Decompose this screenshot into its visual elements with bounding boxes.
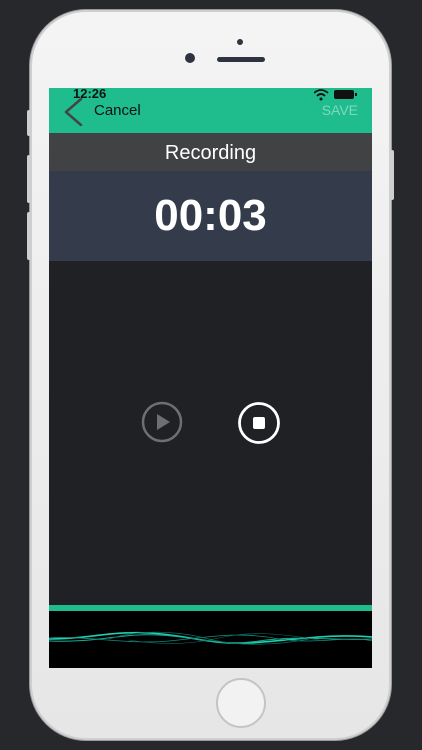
app-screen: 12:26 Cancel SAVE Recording 00:03 [49,88,372,668]
volume-down-button [27,212,31,260]
battery-icon [334,90,357,99]
home-button[interactable] [216,678,266,728]
page-title: Recording [164,142,257,164]
power-button [390,150,394,200]
save-button[interactable]: SAVE [322,102,358,118]
audio-waveform [49,611,372,668]
mute-switch [27,110,31,136]
stop-icon[interactable] [237,401,281,445]
earpiece-speaker [217,57,265,62]
timer-panel: 00:03 [49,171,372,261]
volume-up-button [27,155,31,203]
wifi-icon [314,89,329,101]
proximity-sensor [237,39,243,45]
title-bar: Recording [49,133,372,171]
cancel-button[interactable]: Cancel [94,102,141,119]
navigation-bar: 12:26 Cancel SAVE [49,88,372,133]
recording-timer: 00:03 [154,191,267,240]
chevron-left-icon[interactable] [61,98,85,126]
status-icons [314,89,357,101]
front-camera [185,53,195,63]
play-icon[interactable] [141,401,183,443]
